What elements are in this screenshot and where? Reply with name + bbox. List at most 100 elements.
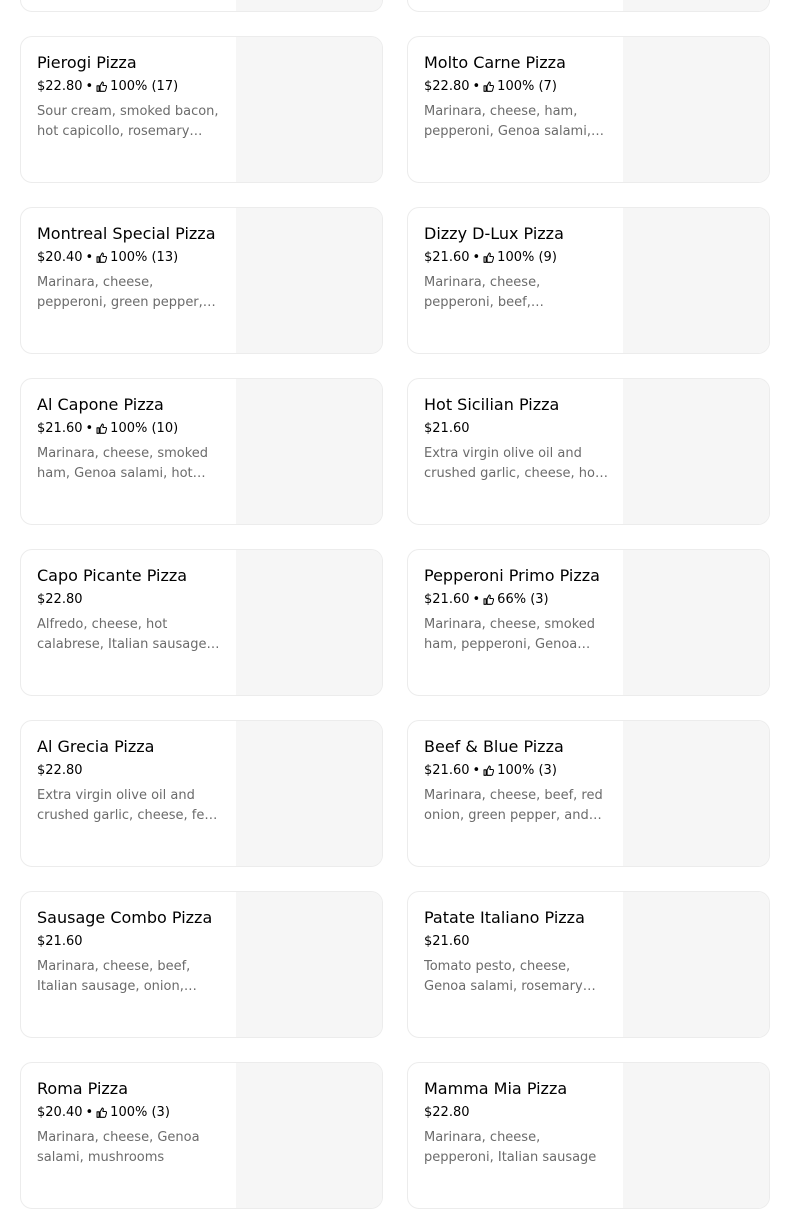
- menu-item-image-placeholder: [236, 208, 382, 353]
- menu-item-price: $22.80: [37, 763, 83, 778]
- menu-item-meta: $22.80: [424, 1104, 609, 1121]
- menu-item-card[interactable]: Molto Carne Pizza $22.80 • 100% (7) Marinara…: [407, 36, 770, 183]
- meta-separator: •: [85, 79, 94, 94]
- menu-item-price: $21.60: [37, 934, 83, 949]
- thumbs-up-icon: [483, 251, 495, 263]
- menu-item-title: Patate Italiano Pizza: [424, 908, 585, 927]
- menu-item-card[interactable]: Mamma Mia Pizza $22.80 Marinara, cheese, p…: [407, 1062, 770, 1209]
- menu-item-title: Pierogi Pizza: [37, 53, 137, 72]
- menu-item-rating: 100% (3): [110, 1105, 170, 1120]
- menu-item-price: $22.80: [424, 79, 470, 94]
- menu-item-title: Beef & Blue Pizza: [424, 737, 564, 756]
- menu-item-details: Hot Sicilian Pizza $21.60 Extra virgin oli…: [424, 395, 609, 484]
- menu-item-image-placeholder: [623, 0, 769, 11]
- menu-item-image-placeholder: [236, 1063, 382, 1208]
- meta-separator: •: [472, 592, 481, 607]
- menu-item-image-placeholder: [623, 550, 769, 695]
- menu-item-rating: 100% (9): [497, 250, 557, 265]
- menu-item-details: Dizzy D-Lux Pizza $21.60 • 100% (9) Marinara…: [424, 224, 609, 313]
- menu-item-rating: 66% (3): [497, 592, 549, 607]
- menu-item-card[interactable]: Beef & Blue Pizza $21.60 • 100% (3) Marinara…: [407, 720, 770, 867]
- menu-item-meta: $21.60: [37, 933, 222, 950]
- menu-item-description: Marinara, cheese, beef, Italian sausage,…: [37, 959, 191, 994]
- menu-item-details: Pepperoni Primo Pizza $21.60 • 66% (3) Marin…: [424, 566, 609, 655]
- meta-separator: •: [472, 79, 481, 94]
- menu-item-meta: $21.60 • 100% (3): [424, 762, 609, 779]
- menu-item-rating: 100% (3): [497, 763, 557, 778]
- menu-item-description: Marinara, cheese, smoked ham, Genoa sala…: [37, 446, 209, 481]
- menu-item-card[interactable]: Pierogi Pizza $22.80 • 100% (17) Sour cream,…: [20, 36, 383, 183]
- menu-item-rating: 100% (10): [110, 421, 179, 436]
- menu-item-description: Marinara, cheese, pepperoni, beef, mushr…: [424, 275, 541, 310]
- thumbs-up-icon: [96, 80, 108, 92]
- menu-item-image-placeholder: [236, 379, 382, 524]
- menu-item-description: Marinara, cheese, beef, red onion, green…: [424, 788, 603, 823]
- menu-item-price: $22.80: [37, 592, 83, 607]
- menu-item-details: Roma Pizza $20.40 • 100% (3) Marinara, chees…: [37, 1079, 222, 1168]
- menu-item-image-placeholder: [623, 208, 769, 353]
- menu-item-title: Montreal Special Pizza: [37, 224, 216, 243]
- menu-item-description: Marinara, cheese, ham, pepperoni, Genoa …: [424, 104, 591, 139]
- menu-item-rating: 100% (7): [497, 79, 557, 94]
- menu-item-card[interactable]: [407, 0, 770, 12]
- menu-item-meta: $21.60 • 100% (10): [37, 420, 222, 437]
- menu-item-image-placeholder: [623, 37, 769, 182]
- menu-item-price: $20.40: [37, 1105, 83, 1120]
- thumbs-up-icon: [96, 1106, 108, 1118]
- menu-item-title: Al Grecia Pizza: [37, 737, 155, 756]
- menu-item-details: Capo Picante Pizza $22.80 Alfredo, cheese,…: [37, 566, 222, 655]
- menu-item-meta: $21.60: [424, 420, 609, 437]
- menu-item-image-placeholder: [623, 1063, 769, 1208]
- menu-item-price: $20.40: [37, 250, 83, 265]
- meta-separator: •: [85, 250, 94, 265]
- menu-item-meta: $21.60 • 100% (9): [424, 249, 609, 266]
- menu-item-details: Sausage Combo Pizza $21.60 Marinara, chees…: [37, 908, 222, 997]
- menu-item-card[interactable]: Al Grecia Pizza $22.80 Extra virgin olive …: [20, 720, 383, 867]
- thumbs-up-icon: [483, 80, 495, 92]
- menu-item-title: Sausage Combo Pizza: [37, 908, 213, 927]
- thumbs-up-icon: [483, 593, 495, 605]
- menu-item-title: Molto Carne Pizza: [424, 53, 566, 72]
- menu-item-details: Montreal Special Pizza $20.40 • 100% (13) Ma…: [37, 224, 222, 313]
- menu-item-price: $22.80: [424, 1105, 470, 1120]
- menu-item-image-placeholder: [623, 721, 769, 866]
- menu-item-description: Tomato pesto, cheese, Genoa salami, rose…: [424, 959, 583, 994]
- menu-item-price: $21.60: [424, 934, 470, 949]
- menu-item-price: $22.80: [37, 79, 83, 94]
- menu-item-meta: $21.60: [424, 933, 609, 950]
- menu-item-card[interactable]: Pepperoni Primo Pizza $21.60 • 66% (3) Marin…: [407, 549, 770, 696]
- menu-item-card[interactable]: Capo Picante Pizza $22.80 Alfredo, cheese,…: [20, 549, 383, 696]
- menu-item-card[interactable]: Dizzy D-Lux Pizza $21.60 • 100% (9) Marinara…: [407, 207, 770, 354]
- menu-item-card[interactable]: Roma Pizza $20.40 • 100% (3) Marinara, chees…: [20, 1062, 383, 1209]
- menu-item-rating: 100% (13): [110, 250, 179, 265]
- menu-item-card[interactable]: [20, 0, 383, 12]
- menu-item-description: Marinara, cheese, smoked ham, pepperoni,…: [424, 617, 596, 652]
- menu-item-description: Marinara, cheese, pepperoni, Italian sau…: [424, 1130, 597, 1165]
- menu-item-price: $21.60: [424, 763, 470, 778]
- menu-item-card[interactable]: Al Capone Pizza $21.60 • 100% (10) Marinara,…: [20, 378, 383, 525]
- menu-item-image-placeholder: [236, 0, 382, 11]
- menu-item-description: Extra virgin olive oil and crushed garli…: [37, 788, 218, 823]
- menu-item-card[interactable]: Montreal Special Pizza $20.40 • 100% (13) Ma…: [20, 207, 383, 354]
- menu-item-title: Hot Sicilian Pizza: [424, 395, 560, 414]
- thumbs-up-icon: [483, 764, 495, 776]
- menu-item-title: Dizzy D-Lux Pizza: [424, 224, 564, 243]
- menu-item-image-placeholder: [623, 379, 769, 524]
- menu-item-details: Al Capone Pizza $21.60 • 100% (10) Marinara,…: [37, 395, 222, 484]
- menu-item-card[interactable]: Hot Sicilian Pizza $21.60 Extra virgin oli…: [407, 378, 770, 525]
- menu-item-title: Mamma Mia Pizza: [424, 1079, 568, 1098]
- menu-item-card[interactable]: Patate Italiano Pizza $21.60 Tomato pesto,…: [407, 891, 770, 1038]
- menu-item-price: $21.60: [424, 250, 470, 265]
- menu-item-details: Al Grecia Pizza $22.80 Extra virgin olive …: [37, 737, 222, 826]
- meta-separator: •: [85, 421, 94, 436]
- meta-separator: •: [85, 1105, 94, 1120]
- menu-item-meta: $21.60 • 66% (3): [424, 591, 609, 608]
- menu-item-image-placeholder: [236, 550, 382, 695]
- menu-item-meta: $22.80: [37, 762, 222, 779]
- menu-item-grid: Pierogi Pizza $22.80 • 100% (17) Sour cream,…: [20, 0, 770, 1209]
- menu-item-card[interactable]: Sausage Combo Pizza $21.60 Marinara, chees…: [20, 891, 383, 1038]
- menu-item-image-placeholder: [236, 892, 382, 1037]
- thumbs-up-icon: [96, 422, 108, 434]
- menu-item-title: Roma Pizza: [37, 1079, 129, 1098]
- menu-item-description: Marinara, cheese, pepperoni, green peppe…: [37, 275, 203, 310]
